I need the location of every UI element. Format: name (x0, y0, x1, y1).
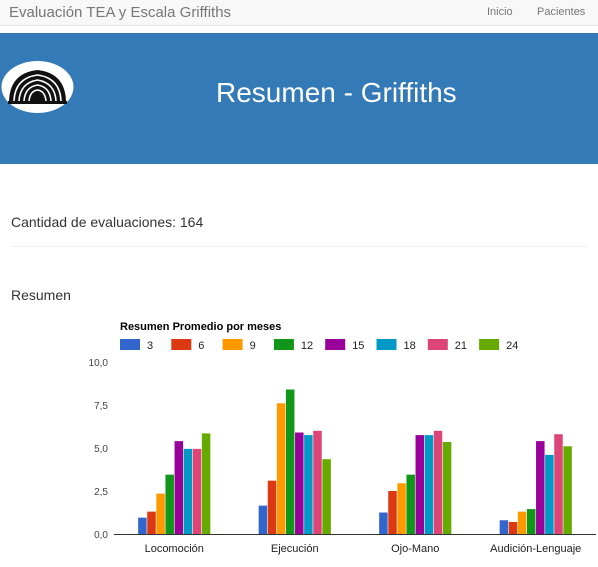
bar-24-Ejecución[interactable] (322, 459, 331, 534)
bar-12-Audición-Lenguaje[interactable] (526, 509, 536, 534)
y-tick-label: 5,0 (94, 444, 108, 455)
y-tick-label: 7,5 (94, 401, 108, 412)
legend-swatch-18 (376, 339, 397, 350)
legend-label-18: 18 (404, 340, 416, 352)
x-tick-label: Ojo-Mano (391, 543, 439, 555)
chart-bars (138, 389, 572, 535)
bar-9-Ojo-Mano[interactable] (397, 483, 406, 534)
bar-3-Ejecución[interactable] (258, 505, 268, 534)
bar-6-Ejecución[interactable] (267, 480, 277, 534)
y-tick-label: 2,5 (94, 487, 108, 498)
bar-21-Locomoción[interactable] (192, 448, 202, 534)
x-tick-label: Audición-Lenguaje (490, 543, 581, 555)
evaluation-count: Cantidad de evaluaciones: 164 (11, 214, 204, 230)
nav-link-pacientes[interactable]: Pacientes (537, 6, 585, 18)
bar-3-Audición-Lenguaje[interactable] (499, 520, 509, 534)
bar-24-Audición-Lenguaje[interactable] (563, 446, 572, 534)
legend-label-3: 3 (147, 340, 153, 352)
y-tick-label: 0,0 (94, 530, 108, 541)
banner-title: Resumen - Griffiths (216, 77, 457, 108)
legend-swatch-21 (427, 339, 448, 350)
x-tick-label: Locomoción (145, 543, 204, 555)
chart-x-axis: Locomoción Ejecución Ojo-Mano Audición-Leng… (114, 534, 596, 555)
x-tick-label: Ejecución (271, 543, 319, 555)
page-banner: Resumen - Griffiths (0, 33, 598, 164)
bar-9-Ejecución[interactable] (276, 403, 286, 534)
section-title: Resumen (11, 287, 71, 303)
bar-3-Ojo-Mano[interactable] (379, 512, 388, 535)
chart-legend: 3 6 9 12 15 18 21 24 (120, 339, 518, 352)
bar-6-Locomoción[interactable] (147, 511, 156, 534)
bar-6-Audición-Lenguaje[interactable] (508, 521, 518, 534)
bar-9-Audición-Lenguaje[interactable] (517, 511, 527, 534)
legend-label-9: 9 (250, 340, 256, 352)
bar-24-Locomoción[interactable] (201, 433, 211, 534)
bar-15-Audición-Lenguaje[interactable] (536, 441, 545, 534)
bar-21-Ojo-Mano[interactable] (433, 430, 443, 534)
bar-18-Ojo-Mano[interactable] (424, 435, 434, 534)
bar-21-Ejecución[interactable] (313, 430, 322, 534)
bar-15-Locomoción[interactable] (174, 441, 184, 534)
legend-swatch-9 (222, 339, 243, 350)
legend-swatch-3 (120, 339, 140, 350)
legend-swatch-6 (171, 339, 192, 350)
navbar: Evaluación TEA y Escala Griffiths Inicio… (0, 0, 598, 26)
legend-swatch-24 (479, 339, 500, 350)
bar-18-Ejecución[interactable] (304, 435, 313, 534)
nav-link-inicio[interactable]: Inicio (487, 6, 513, 18)
bar-15-Ojo-Mano[interactable] (415, 435, 425, 534)
bar-12-Ejecución[interactable] (285, 389, 295, 534)
bar-18-Audición-Lenguaje[interactable] (545, 454, 554, 534)
divider (11, 246, 587, 247)
legend-swatch-15 (325, 339, 346, 350)
legend-label-15: 15 (352, 340, 364, 352)
bar-6-Ojo-Mano[interactable] (388, 491, 397, 534)
university-logo-icon (1, 61, 74, 113)
legend-label-21: 21 (455, 340, 467, 352)
bar-3-Locomoción[interactable] (138, 517, 147, 534)
bar-9-Locomoción[interactable] (156, 493, 165, 534)
bar-24-Ojo-Mano[interactable] (442, 441, 452, 534)
legend-swatch-12 (273, 339, 294, 350)
legend-label-12: 12 (301, 340, 313, 352)
bar-12-Locomoción[interactable] (165, 474, 174, 534)
chart-title: Resumen Promedio por meses (120, 321, 281, 333)
legend-label-24: 24 (506, 340, 518, 352)
navbar-brand[interactable]: Evaluación TEA y Escala Griffiths (9, 4, 231, 21)
bar-15-Ejecución[interactable] (295, 432, 304, 534)
chart-y-axis: 0,0 2,5 5,0 7,5 10,0 (89, 358, 109, 541)
bar-21-Audición-Lenguaje[interactable] (554, 434, 563, 534)
legend-label-6: 6 (198, 340, 204, 352)
bar-12-Ojo-Mano[interactable] (406, 474, 415, 534)
y-tick-label: 10,0 (89, 358, 109, 369)
bar-18-Locomoción[interactable] (183, 448, 193, 534)
summary-bar-chart: Resumen Promedio por meses 3 6 9 12 15 18 21 24… (89, 321, 596, 555)
